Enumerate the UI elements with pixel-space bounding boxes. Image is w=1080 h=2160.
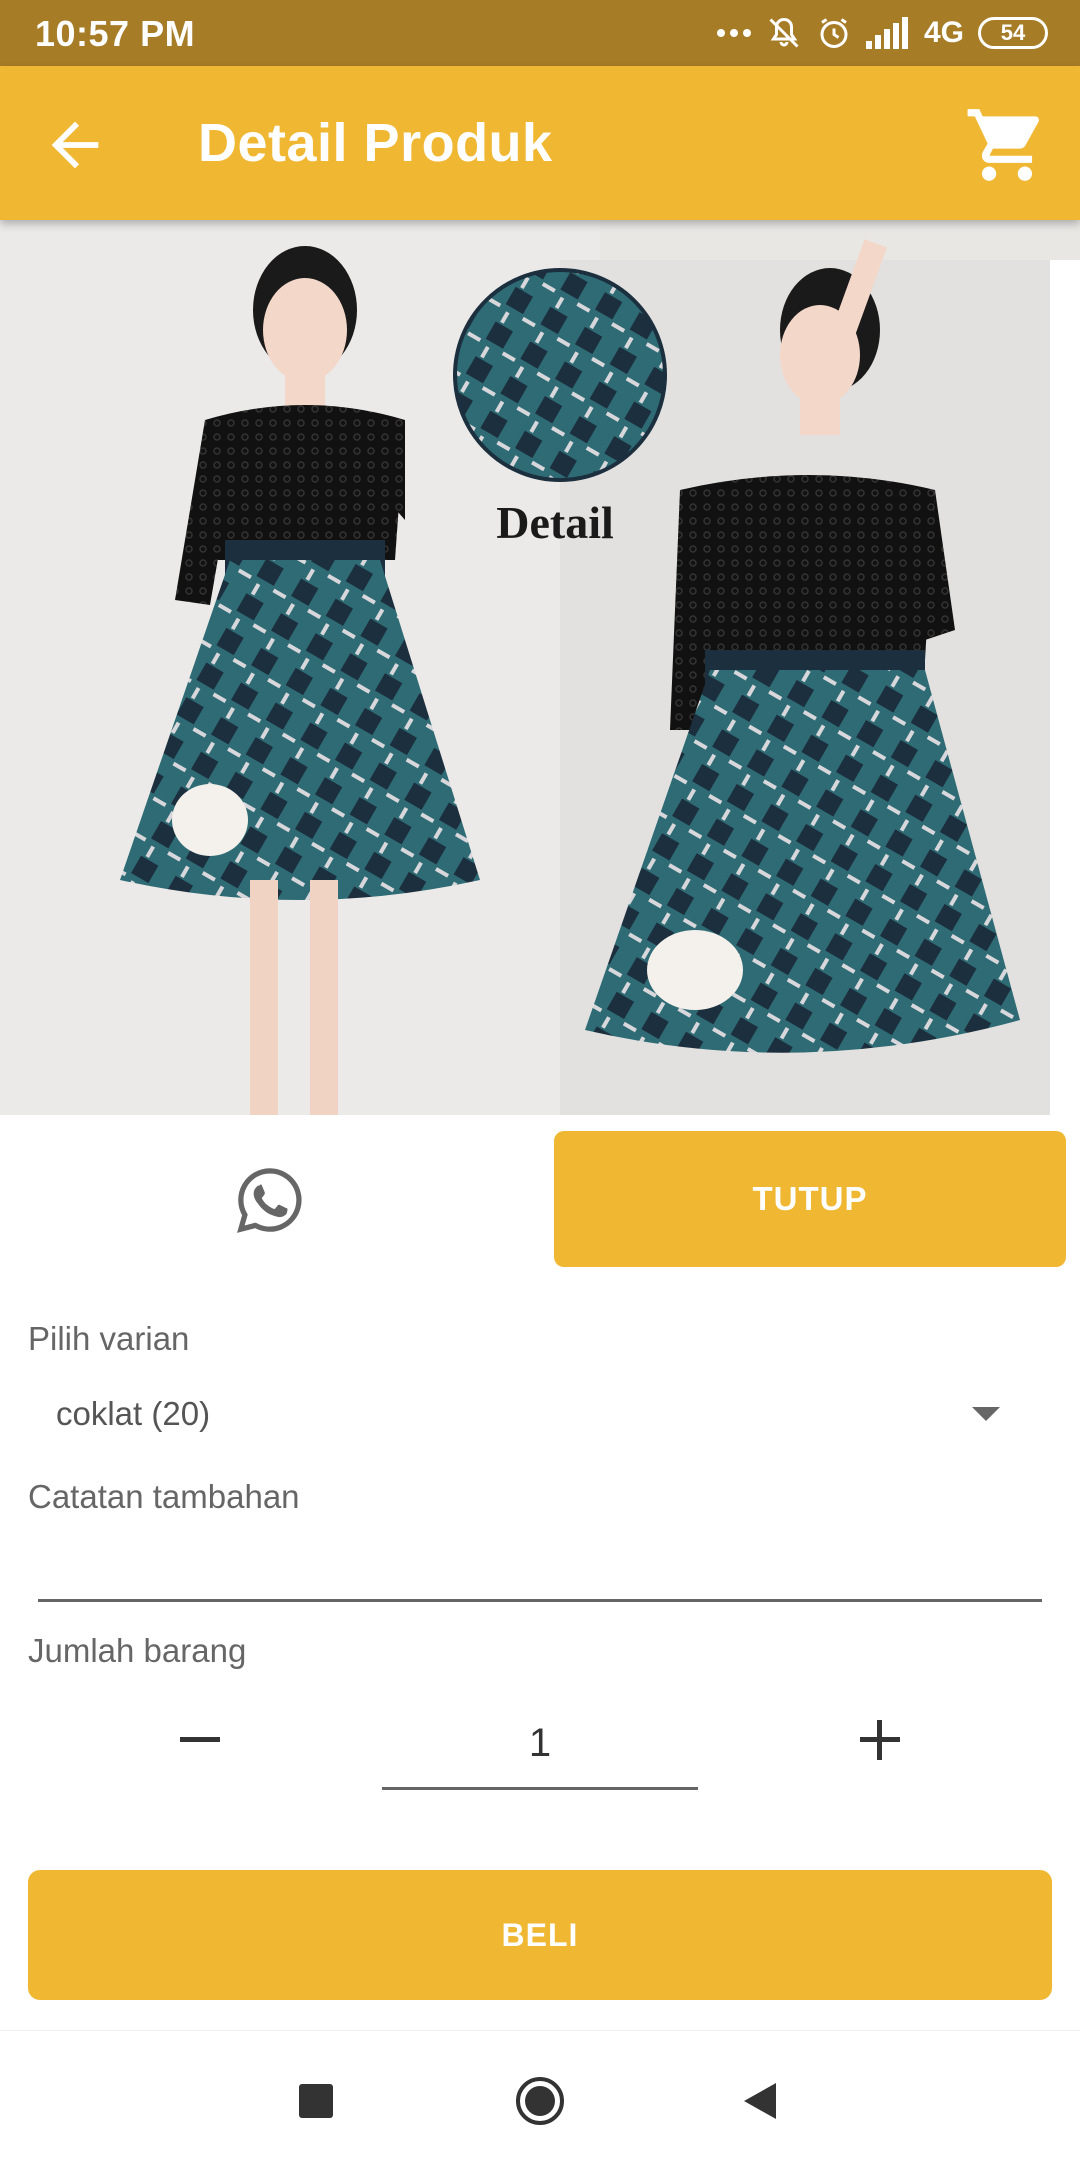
dropdown-arrow-icon [972,1407,1000,1421]
recents-button[interactable] [286,2071,346,2131]
home-button[interactable] [510,2071,570,2131]
arrow-back-icon [51,121,99,169]
cart-button[interactable] [964,102,1050,188]
whatsapp-button[interactable] [220,1160,320,1240]
note-label: Catatan tambahan [28,1478,300,1515]
mute-icon [769,17,799,48]
whatsapp-icon [237,1168,302,1233]
triangle-back-icon [744,2083,776,2119]
note-input[interactable] [38,1540,1042,1602]
variant-dropdown[interactable]: coklat (20) [28,1385,1028,1445]
product-detail-screen: 10:57 PM 4G 54 Detail Produk Detail TUTU… [0,0,1080,2160]
network-label: 4G [923,16,964,49]
square-icon [299,2084,333,2118]
buy-button[interactable]: BELI [28,1870,1052,2000]
cart-icon [967,109,1039,181]
variant-value: coklat (20) [56,1395,211,1432]
battery-level: 54 [1000,20,1026,45]
qty-label: Jumlah barang [28,1632,247,1669]
system-nav-bar [0,2030,1080,2160]
status-bar: 10:57 PM 4G 54 [0,0,1080,66]
product-photo: Detail [0,220,1080,1115]
more-dots-icon [716,29,751,37]
circle-icon [516,2077,564,2125]
battery-icon: 54 [978,17,1048,49]
qty-increase-button[interactable] [830,1700,930,1780]
variant-label: Pilih varian [28,1320,190,1357]
minus-icon [180,1737,220,1742]
close-button[interactable]: TUTUP [554,1131,1066,1267]
status-time: 10:57 PM [35,13,196,54]
signal-icon [865,17,908,49]
detail-caption: Detail [496,497,614,548]
app-bar: Detail Produk [0,66,1080,220]
status-icons: 4G 54 [716,13,1048,53]
back-button[interactable] [40,110,110,180]
qty-decrease-button[interactable] [150,1700,250,1780]
product-image[interactable]: Detail [0,220,1080,1115]
qty-input[interactable]: 1 [382,1708,698,1790]
page-title: Detail Produk [198,113,553,173]
plus-icon [860,1720,900,1760]
back-nav-button[interactable] [730,2071,790,2131]
alarm-icon [820,18,848,48]
